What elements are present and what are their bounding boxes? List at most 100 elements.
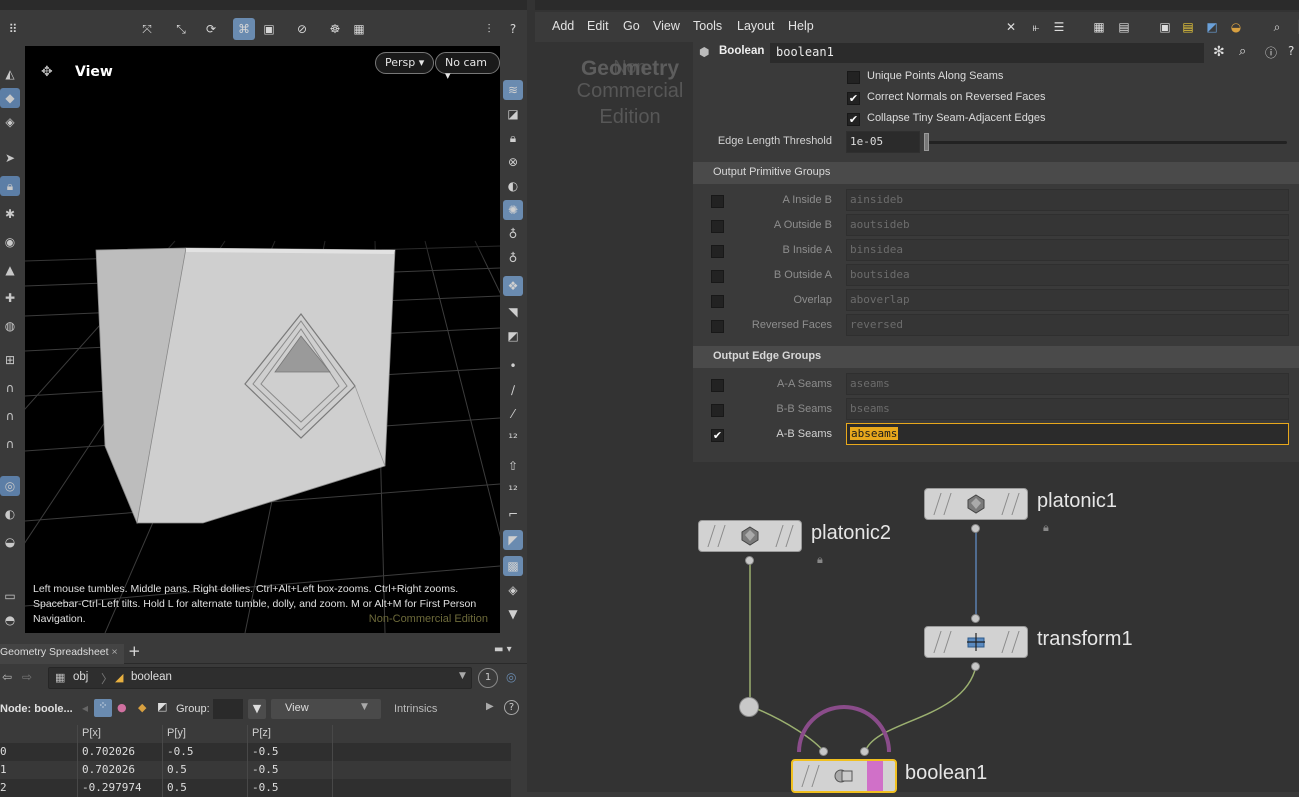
- path-boolean[interactable]: boolean: [131, 671, 172, 683]
- path-obj[interactable]: obj: [73, 671, 88, 683]
- normal-icon[interactable]: ⁄: [503, 404, 523, 424]
- node-label-platonic2[interactable]: platonic2: [811, 522, 891, 545]
- page-number[interactable]: 1: [478, 668, 498, 688]
- select-mode-icon[interactable]: ⤧: [136, 18, 158, 40]
- magnet2-tool-icon[interactable]: ∩: [0, 406, 20, 426]
- reset-icon[interactable]: ⊗: [503, 152, 523, 172]
- intrinsics-label[interactable]: Intrinsics: [394, 703, 437, 715]
- add-tab-icon[interactable]: +: [128, 642, 141, 660]
- edge-icon[interactable]: ∕: [503, 380, 523, 400]
- no-entry-icon[interactable]: ⊘: [291, 18, 313, 40]
- cross-tool-icon[interactable]: ✚: [0, 288, 20, 308]
- display-icon[interactable]: ▣: [258, 18, 280, 40]
- spreadsheet-help-icon[interactable]: ?: [504, 700, 519, 715]
- display-options-icon[interactable]: ≋: [503, 80, 523, 100]
- visibility-icon[interactable]: ◪: [503, 104, 523, 124]
- close-tab-icon[interactable]: ×: [111, 646, 117, 658]
- output-port[interactable]: [971, 524, 980, 533]
- output-port[interactable]: [971, 662, 980, 671]
- node-label-platonic1[interactable]: platonic1: [1037, 490, 1117, 513]
- rotate-mode-icon[interactable]: ⟳: [200, 18, 222, 40]
- input-port-b[interactable]: [860, 747, 869, 756]
- lock-tool-icon[interactable]: 🔒︎: [0, 176, 20, 196]
- lock-view-icon[interactable]: 🔒︎: [503, 128, 523, 148]
- back-arrow-icon[interactable]: ⇦: [2, 670, 12, 684]
- output-port[interactable]: [745, 556, 754, 565]
- texture-icon[interactable]: ▩: [503, 556, 523, 576]
- node-platonic1[interactable]: [924, 488, 1028, 520]
- path-breadcrumb[interactable]: ▦ obj 〉 ◢ boolean ▼: [48, 667, 472, 689]
- pin-icon[interactable]: ◎: [506, 670, 516, 684]
- detail-mode-icon[interactable]: ◩: [157, 700, 167, 713]
- pose-tool-icon[interactable]: ◆: [0, 88, 20, 108]
- column-header[interactable]: P[x]: [78, 725, 163, 743]
- table-row[interactable]: 0 0.702026 -0.5 -0.5: [0, 743, 511, 761]
- points-mode-icon[interactable]: ⁘: [94, 699, 112, 717]
- lock-icon[interactable]: 🔒︎: [817, 553, 828, 566]
- node-label-boolean1[interactable]: boolean1: [905, 762, 987, 785]
- layer-icon[interactable]: ◈: [503, 580, 523, 600]
- vector-icon[interactable]: ⇧: [503, 456, 523, 476]
- filter-icon[interactable]: ▼: [248, 699, 266, 719]
- node-platonic2[interactable]: [698, 520, 802, 552]
- dot-node[interactable]: [739, 697, 759, 717]
- corner-icon[interactable]: ⌐: [503, 504, 523, 524]
- column-header[interactable]: P[y]: [163, 725, 248, 743]
- point-icon[interactable]: •: [503, 356, 523, 376]
- arrow-left-icon[interactable]: ◂: [82, 701, 88, 715]
- grid-snap-icon[interactable]: ◤: [503, 530, 523, 550]
- table-row[interactable]: 2 -0.297974 0.5 -0.5: [0, 779, 511, 797]
- column-header[interactable]: [0, 725, 78, 743]
- color-tool-icon[interactable]: ◍: [0, 316, 20, 336]
- spreadsheet-tab[interactable]: Geometry Spreadsheet ×: [0, 644, 124, 664]
- settings-icon[interactable]: ▦: [348, 18, 370, 40]
- primitives-mode-icon[interactable]: ◆: [138, 701, 146, 714]
- disk2-tool-icon[interactable]: ◓: [0, 610, 20, 630]
- node-transform1[interactable]: [924, 626, 1028, 658]
- pane-menu-icon[interactable]: ▬ ▾: [494, 644, 512, 655]
- display-flag[interactable]: [867, 761, 883, 791]
- light2-icon[interactable]: ♁: [503, 224, 523, 244]
- node-boolean1[interactable]: [791, 759, 897, 793]
- lock-icon[interactable]: 🔒︎: [1043, 521, 1054, 534]
- column-header[interactable]: P[z]: [248, 725, 333, 743]
- camera-view-icon[interactable]: ◥: [503, 302, 523, 322]
- render-icon[interactable]: ☸: [324, 18, 346, 40]
- node-label-transform1[interactable]: transform1: [1037, 628, 1133, 651]
- camera-tool-icon[interactable]: ◎: [0, 476, 20, 496]
- light-tool-icon[interactable]: ◒: [0, 532, 20, 552]
- shading-icon[interactable]: ◐: [503, 176, 523, 196]
- layout-icon[interactable]: ⫶: [478, 18, 500, 40]
- expand-arrow-icon[interactable]: ▶: [486, 701, 494, 712]
- brush-tool-icon[interactable]: ◈: [0, 112, 20, 132]
- scroll-down-icon[interactable]: ▼: [503, 604, 523, 624]
- input-port[interactable]: [971, 614, 980, 623]
- grid-menu-icon[interactable]: ⠿: [2, 18, 24, 40]
- light3-icon[interactable]: ♁: [503, 248, 523, 268]
- light-bulb-icon[interactable]: ✺: [503, 200, 523, 220]
- group-field[interactable]: [213, 699, 243, 719]
- snap-icon[interactable]: ⌘: [233, 18, 255, 40]
- number2-icon[interactable]: ¹²: [503, 480, 523, 500]
- move-mode-icon[interactable]: ⤡: [170, 18, 192, 40]
- number-icon[interactable]: ¹²: [503, 428, 523, 448]
- magnet3-tool-icon[interactable]: ∩: [0, 434, 20, 454]
- arrow-tool-icon[interactable]: ➤: [0, 148, 20, 168]
- table-row[interactable]: 1 0.702026 0.5 -0.5: [0, 761, 511, 779]
- path-dropdown-icon[interactable]: ▼: [459, 671, 466, 681]
- help-icon[interactable]: ?: [502, 18, 524, 40]
- view-tool-icon[interactable]: ◉: [0, 232, 20, 252]
- handle-tool-icon[interactable]: ✱: [0, 204, 20, 224]
- view-cube-icon[interactable]: ❖: [503, 276, 523, 296]
- 3d-viewport[interactable]: ✥ View Persp ▾ No cam ▾ Left mouse tumbl…: [25, 46, 500, 633]
- view-dropdown[interactable]: View ▼: [271, 699, 381, 719]
- frame-tool-icon[interactable]: ⊞: [0, 350, 20, 370]
- vertices-mode-icon[interactable]: ●: [117, 701, 127, 714]
- vertical-splitter[interactable]: [527, 0, 535, 792]
- record-tool-icon[interactable]: ◐: [0, 504, 20, 524]
- forward-arrow-icon[interactable]: ⇨: [22, 670, 32, 684]
- camera2-icon[interactable]: ◩: [503, 326, 523, 346]
- drop-tool-icon[interactable]: ▲: [0, 260, 20, 280]
- magnet-tool-icon[interactable]: ∩: [0, 378, 20, 398]
- select-tool-icon[interactable]: ◭: [0, 64, 20, 84]
